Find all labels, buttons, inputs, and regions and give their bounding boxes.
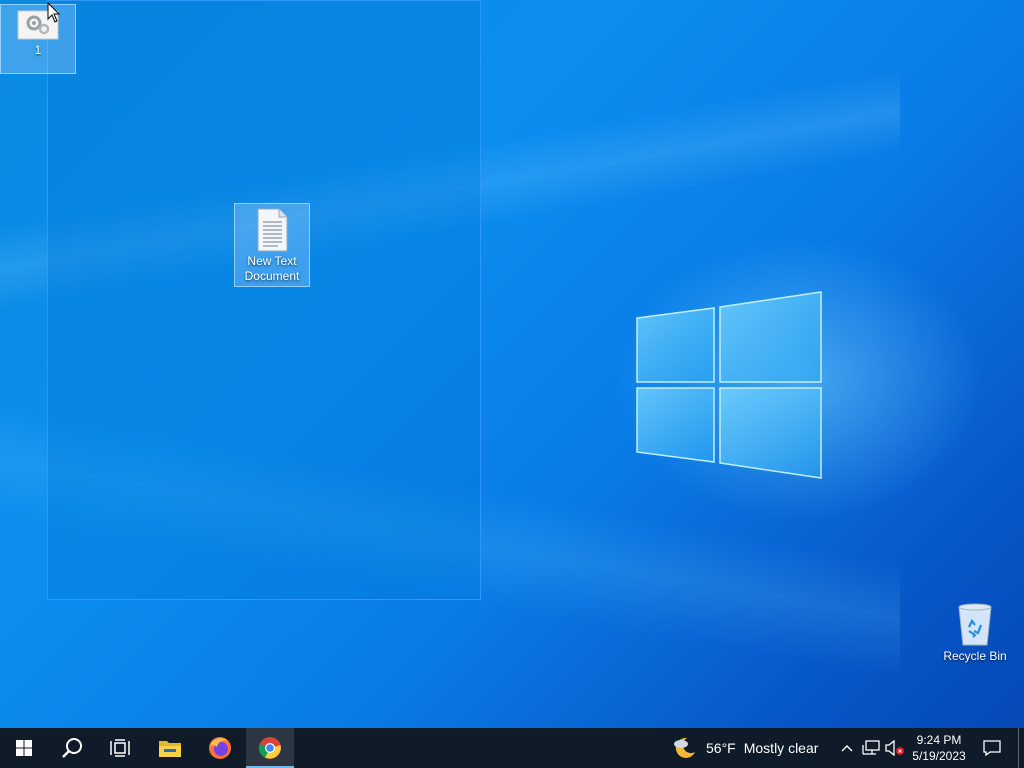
weather-temperature: 56°F [706,740,736,756]
firefox-button[interactable] [196,728,244,768]
taskbar: 56°F Mostly clear 9:24 PM 5/19/2023 [0,728,1024,768]
task-view-button[interactable] [96,728,144,768]
text-document-icon [257,208,288,252]
notifications-button[interactable] [978,728,1006,768]
show-hidden-icons-button[interactable] [838,728,856,768]
task-view-icon [110,739,130,757]
start-button[interactable] [0,728,48,768]
weather-condition: Mostly clear [743,740,819,756]
desktop-icon-label: New Text Document [244,254,300,283]
notification-icon [983,740,1001,756]
search-button[interactable] [48,728,96,768]
taskbar-clock[interactable]: 9:24 PM 5/19/2023 [906,732,972,764]
clock-date: 5/19/2023 [912,749,966,763]
network-tray-button[interactable] [860,728,882,768]
firefox-icon [209,737,231,759]
network-icon [862,740,880,755]
show-desktop-button[interactable] [1018,728,1024,768]
folder-icon [159,741,181,757]
windows-start-icon [16,740,32,756]
chrome-icon [258,737,281,759]
desktop-icon-1[interactable]: 1 [0,4,76,74]
chevron-up-icon [841,745,853,752]
chrome-button[interactable] [246,728,294,768]
desktop-icon-recycle-bin[interactable]: Recycle Bin [937,599,1013,671]
volume-muted-icon [885,740,904,756]
drag-selection-rectangle [47,0,481,600]
clock-time: 9:24 PM [916,733,962,747]
weather-widget[interactable]: 56°F Mostly clear [672,728,818,768]
desktop-icon-label: 1 [34,43,42,57]
desktop-icon-new-text-document[interactable]: New Text Document [234,203,310,287]
volume-tray-button[interactable] [884,728,906,768]
recycle-bin-icon [958,603,992,646]
wallpaper-windows-logo [636,291,822,479]
search-icon [62,738,82,758]
desktop-icon-label: Recycle Bin [943,649,1007,663]
weather-moon-cloud-icon [674,737,695,758]
file-explorer-button[interactable] [146,728,194,768]
mouse-cursor-icon [47,2,61,23]
